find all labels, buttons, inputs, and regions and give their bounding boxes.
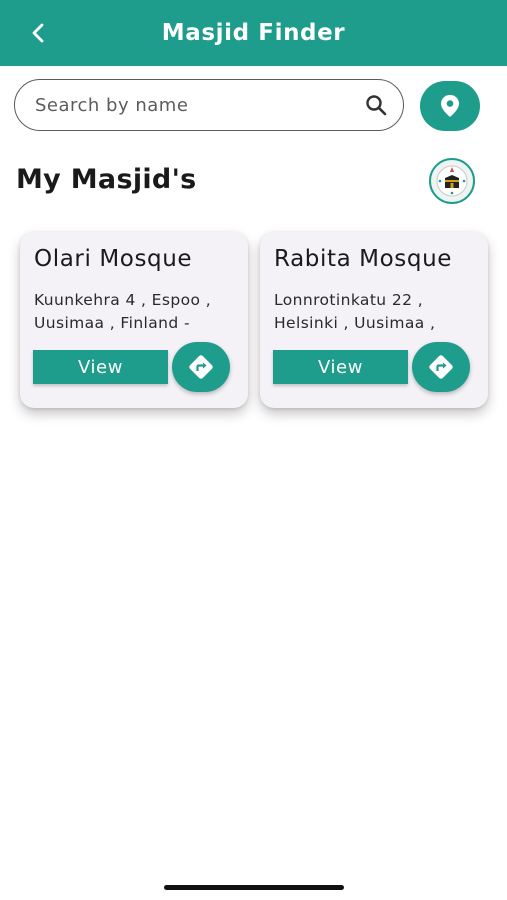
masjid-name: Olari Mosque bbox=[34, 246, 193, 272]
location-pin-icon bbox=[441, 95, 459, 117]
directions-button[interactable] bbox=[412, 342, 470, 392]
directions-icon bbox=[189, 355, 213, 379]
page-title: Masjid Finder bbox=[161, 20, 346, 46]
back-button[interactable] bbox=[22, 16, 56, 50]
directions-icon bbox=[429, 355, 453, 379]
masjid-card[interactable]: Olari Mosque Kuunkehra 4 , Espoo , Uusim… bbox=[20, 232, 248, 408]
masjid-name: Rabita Mosque bbox=[274, 246, 453, 272]
masjid-card[interactable]: Rabita Mosque Lonnrotinkatu 22 , Helsink… bbox=[260, 232, 488, 408]
directions-button[interactable] bbox=[172, 342, 230, 392]
view-button[interactable]: View bbox=[273, 350, 408, 384]
view-button[interactable]: View bbox=[33, 350, 168, 384]
search-bar[interactable] bbox=[14, 79, 404, 131]
kaaba-compass-icon bbox=[436, 165, 468, 197]
masjid-address: Kuunkehra 4 , Espoo , Uusimaa , Finland … bbox=[34, 291, 212, 332]
section-title: My Masjid's bbox=[16, 164, 197, 195]
search-icon[interactable] bbox=[363, 92, 389, 118]
app-bar: Masjid Finder bbox=[0, 0, 507, 66]
qibla-button[interactable] bbox=[429, 158, 475, 204]
current-location-button[interactable] bbox=[420, 81, 480, 131]
search-input[interactable] bbox=[35, 94, 363, 116]
chevron-left-icon bbox=[32, 23, 44, 43]
home-indicator[interactable] bbox=[164, 885, 344, 890]
masjid-address: Lonnrotinkatu 22 , Helsinki , Uusimaa , bbox=[274, 291, 436, 332]
